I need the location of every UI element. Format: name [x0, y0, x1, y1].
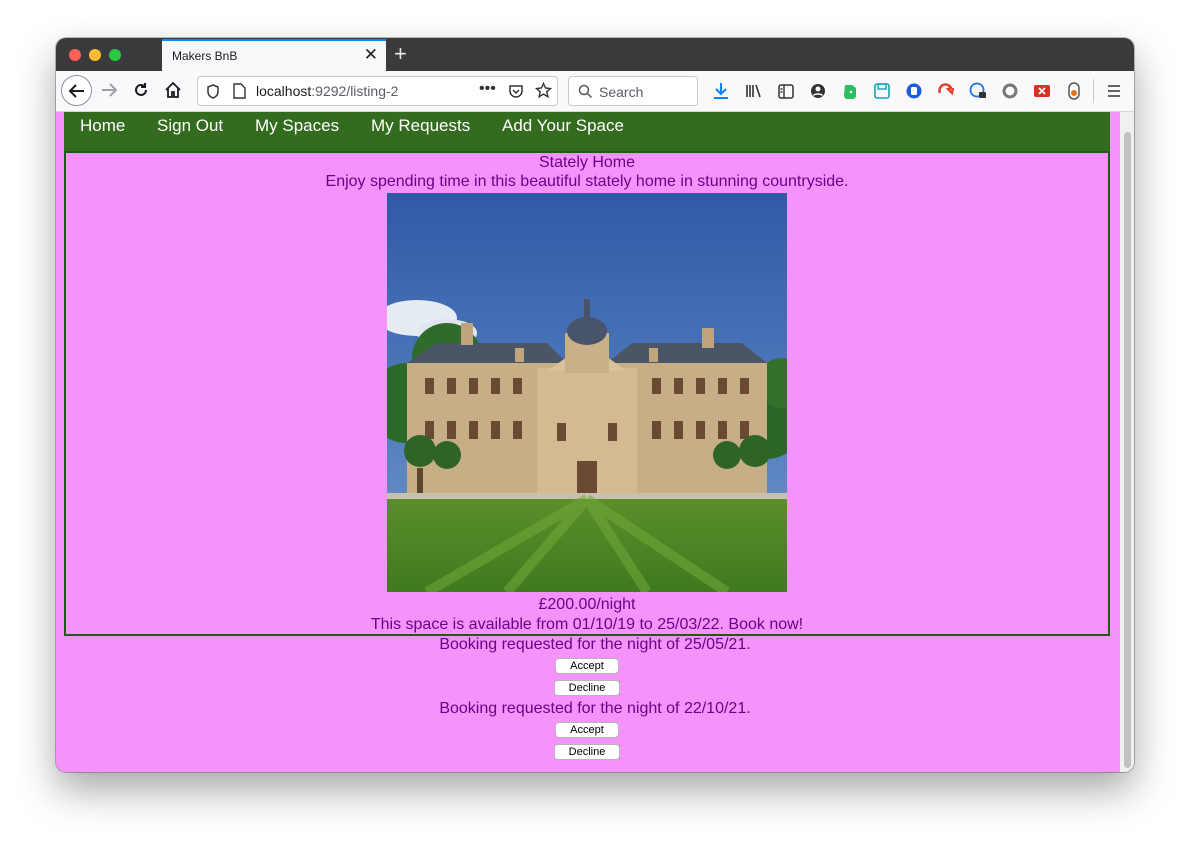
block-extension-icon[interactable]: [1032, 81, 1052, 101]
account-icon[interactable]: [808, 81, 828, 101]
downloads-icon[interactable]: [711, 81, 731, 101]
booking-request-text: Booking requested for the night of 25/05…: [439, 636, 751, 653]
evernote-extension-icon[interactable]: [840, 81, 860, 101]
home-button[interactable]: [158, 75, 188, 105]
toolbar-separator: [1093, 79, 1094, 103]
back-arrow-icon: [68, 83, 84, 98]
red-swirl-extension-icon[interactable]: [936, 81, 956, 101]
search-placeholder: Search: [599, 84, 644, 100]
forward-arrow-icon: [102, 83, 118, 97]
back-button[interactable]: [61, 75, 92, 106]
url-text[interactable]: localhost:9292/listing-2: [256, 83, 398, 99]
nav-my-spaces-link[interactable]: My Spaces: [255, 116, 339, 136]
page-scrollbar[interactable]: [1120, 112, 1134, 772]
close-window-button[interactable]: [69, 49, 81, 61]
site-navbar: Home Sign Out My Spaces My Requests Add …: [64, 112, 1110, 151]
listing-availability: This space is available from 01/10/19 to…: [370, 616, 804, 633]
bookmark-star-icon[interactable]: [535, 82, 552, 99]
title-bar: Makers BnB ✕ +: [56, 38, 1134, 71]
nav-sign-out-link[interactable]: Sign Out: [157, 116, 223, 136]
nav-home-link[interactable]: Home: [80, 116, 125, 136]
search-icon: [578, 84, 593, 99]
toggle-extension-icon[interactable]: [1064, 81, 1084, 101]
nav-my-requests-link[interactable]: My Requests: [371, 116, 470, 136]
listing-price: £200.00/night: [538, 596, 636, 613]
decline-button[interactable]: Decline: [554, 680, 620, 696]
reload-icon: [135, 83, 147, 96]
password-lock-extension-icon[interactable]: [968, 81, 988, 101]
bitwarden-extension-icon[interactable]: [904, 81, 924, 101]
page-icon: [233, 83, 246, 99]
decline-button[interactable]: Decline: [554, 744, 620, 760]
listing-card: Stately Home Enjoy spending time in this…: [64, 151, 1110, 636]
browser-tab[interactable]: Makers BnB ✕: [162, 39, 386, 71]
new-tab-icon[interactable]: +: [394, 41, 407, 67]
browser-window: Makers BnB ✕ + localhost:9292/listing-2 …: [56, 38, 1134, 772]
shield-icon[interactable]: [206, 84, 220, 99]
search-bar[interactable]: Search: [568, 76, 698, 106]
circle-extension-icon[interactable]: [1000, 81, 1020, 101]
tab-title: Makers BnB: [172, 49, 238, 63]
pocket-icon[interactable]: [508, 83, 524, 99]
save-extension-icon[interactable]: [872, 81, 892, 101]
scrollbar-thumb[interactable]: [1124, 132, 1131, 768]
url-path: :9292/listing-2: [311, 83, 399, 99]
forward-button[interactable]: [94, 75, 124, 105]
menu-icon[interactable]: [1104, 81, 1124, 101]
booking-request-text: Booking requested for the night of 22/10…: [439, 700, 751, 717]
url-host: localhost: [256, 83, 312, 99]
home-icon: [165, 81, 181, 98]
reload-button[interactable]: [126, 75, 156, 105]
stately-home-photo: [387, 193, 787, 592]
sidebar-icon[interactable]: [776, 81, 796, 101]
listing-description: Enjoy spending time in this beautiful st…: [325, 173, 849, 190]
minimize-window-button[interactable]: [89, 49, 101, 61]
accept-button[interactable]: Accept: [555, 658, 619, 674]
page-viewport: Home Sign Out My Spaces My Requests Add …: [56, 112, 1134, 772]
browser-toolbar: localhost:9292/listing-2 ••• Search: [56, 71, 1134, 112]
close-tab-icon[interactable]: ✕: [364, 45, 378, 65]
library-icon[interactable]: [744, 81, 764, 101]
address-bar[interactable]: localhost:9292/listing-2 •••: [197, 76, 558, 106]
listing-title: Stately Home: [538, 154, 636, 171]
nav-add-your-space-link[interactable]: Add Your Space: [502, 116, 624, 136]
maximize-window-button[interactable]: [109, 49, 121, 61]
accept-button[interactable]: Accept: [555, 722, 619, 738]
more-actions-icon[interactable]: •••: [479, 80, 496, 98]
